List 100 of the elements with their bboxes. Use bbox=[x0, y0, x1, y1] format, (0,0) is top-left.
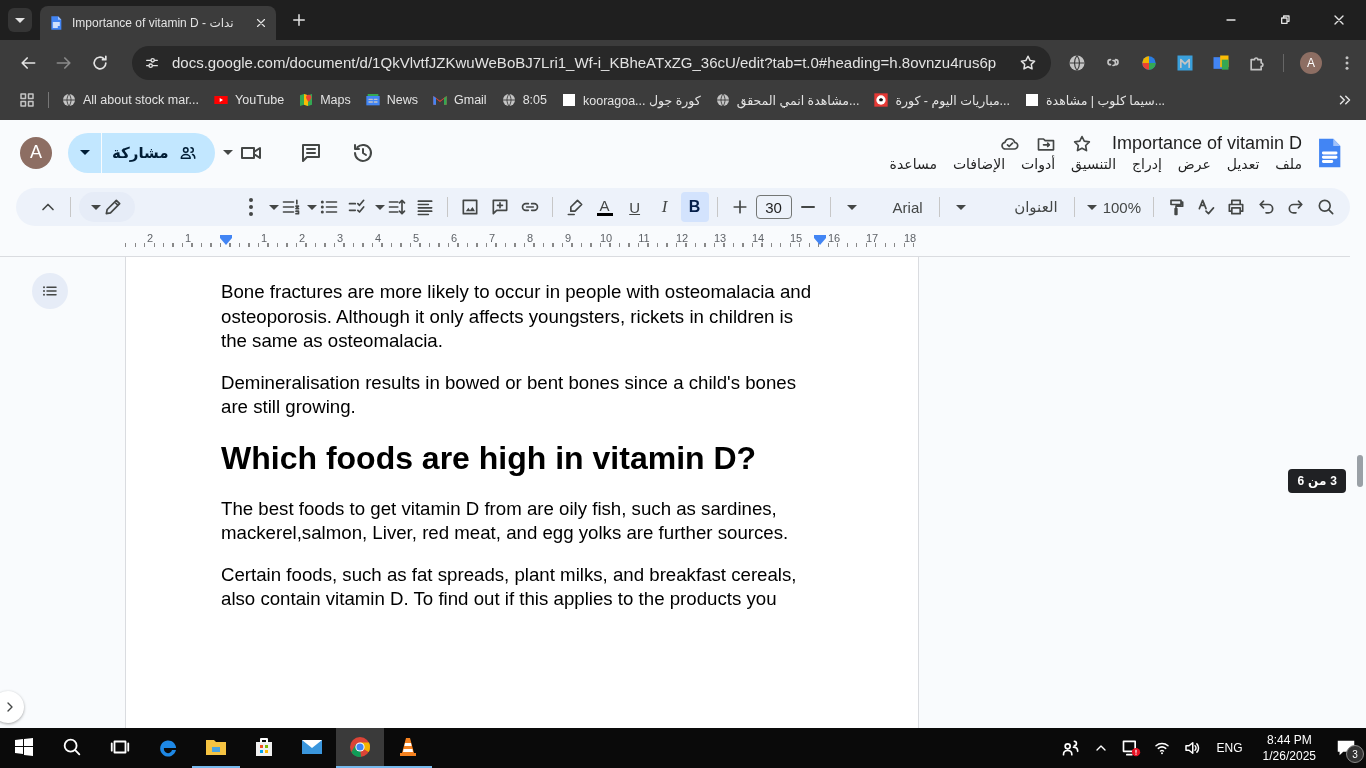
map-icon bbox=[298, 92, 315, 108]
bookmark-link[interactable]: All about stock mar... bbox=[83, 93, 200, 107]
ruler-number: 18 bbox=[903, 232, 917, 244]
menu-item[interactable]: تعديل bbox=[1226, 156, 1260, 172]
text-color-button[interactable]: A bbox=[590, 192, 619, 222]
menu-item[interactable]: ملف bbox=[1275, 156, 1302, 172]
notification-count: 3 bbox=[1346, 745, 1364, 763]
menu-item[interactable]: أدوات bbox=[1021, 156, 1056, 172]
ruler-number: 7 bbox=[488, 232, 496, 244]
ruler-number: 8 bbox=[526, 232, 534, 244]
redo-icon bbox=[1286, 197, 1306, 217]
ruler-number: 4 bbox=[374, 232, 382, 244]
pencil-icon bbox=[103, 197, 123, 217]
zoom-dropdown[interactable]: 100% bbox=[1082, 192, 1145, 222]
ruler-number: 3 bbox=[336, 232, 344, 244]
bookmark-link[interactable]: Maps bbox=[320, 93, 351, 107]
ruler-number: 11 bbox=[638, 232, 650, 244]
ruler-number: 13 bbox=[713, 232, 727, 244]
paragraph: Certain foods, such as fat spreads, plant milks, and breakfast cereals, also contain vitamin D. To find out if this applies to the products you bbox=[221, 562, 798, 611]
italic-button[interactable]: I bbox=[650, 192, 679, 222]
search-icon bbox=[1316, 197, 1336, 217]
profile-avatar[interactable]: A bbox=[1300, 51, 1322, 74]
line-spacing-icon bbox=[386, 197, 407, 217]
paragraph: The best foods to get vitamin D from are oily fish, such as sardines, mackerel,salmon, Liver, red meat, and egg yolks are further sources. bbox=[221, 496, 790, 545]
new-tab-icon[interactable] bbox=[290, 11, 308, 29]
bookmark-link[interactable]: مشاهدة انمي المحقق... bbox=[736, 92, 860, 108]
style-dropdown[interactable]: العنوان bbox=[947, 192, 1066, 222]
indent-marker[interactable] bbox=[220, 235, 232, 245]
address-bar[interactable]: docs.google.com/document/d/1QkVlvtfJZKwuWeBoBJ7Lri1_Wf-i_KBheATxZG_36cU/edit?tab=t.0#heading=h.8ovnzu4rus6p bbox=[132, 45, 1052, 80]
document-title[interactable]: Importance of vitamin D bbox=[1111, 133, 1302, 154]
caret-icon bbox=[79, 150, 90, 155]
globe-icon bbox=[61, 92, 77, 108]
ruler-number: 1 bbox=[184, 232, 192, 244]
color-wheel-icon bbox=[348, 735, 372, 759]
bookmark-link[interactable]: YouTube bbox=[235, 93, 285, 107]
ruler-number: 10 bbox=[599, 232, 613, 244]
ruler-number: 15 bbox=[789, 232, 803, 244]
clock-time[interactable]: 8:44 PM bbox=[1266, 732, 1312, 748]
ruler-number: 2 bbox=[146, 232, 154, 244]
star-icon[interactable] bbox=[1071, 133, 1092, 154]
ruler-number: 9 bbox=[564, 232, 572, 244]
underline-button[interactable]: U bbox=[620, 192, 649, 222]
ruler-number: 17 bbox=[865, 232, 879, 244]
font-size-field[interactable]: 30 bbox=[755, 195, 792, 219]
bookmark-link[interactable]: Gmail bbox=[454, 93, 487, 107]
clock-date[interactable]: 1/26/2025 bbox=[1262, 748, 1316, 764]
ruler-number: 6 bbox=[450, 232, 458, 244]
menu-item[interactable]: مساعدة bbox=[889, 156, 937, 172]
people-icon[interactable] bbox=[1060, 738, 1081, 758]
monitor-alert-icon[interactable] bbox=[1120, 738, 1141, 758]
close-icon[interactable] bbox=[254, 16, 268, 30]
paragraph: Bone fractures are more likely to occur in people with osteomalacia and osteoporosis. Although it only affects youngsters, rickets in children is the same as osteomalacia. bbox=[221, 280, 813, 353]
heading: Which foods are high in vitamin D? bbox=[221, 438, 758, 478]
blank-page-icon bbox=[1024, 92, 1041, 108]
bookmark-link[interactable]: kooragoa... كورة جول bbox=[583, 92, 701, 108]
ruler-number: 2 bbox=[298, 232, 306, 244]
search-icon bbox=[61, 736, 83, 758]
bold-button[interactable]: B bbox=[680, 192, 709, 222]
ruler-number: 14 bbox=[751, 232, 765, 244]
share-button[interactable]: مشاركة bbox=[102, 132, 215, 173]
soccer-ball-icon bbox=[873, 92, 890, 108]
menu-item[interactable]: الإضافات bbox=[952, 156, 1006, 172]
menu-item[interactable]: إدراج bbox=[1132, 156, 1162, 172]
undo-icon bbox=[1256, 197, 1276, 217]
apps-icon[interactable] bbox=[18, 91, 36, 109]
globe-icon bbox=[714, 92, 731, 108]
color-wheel-taskbar-button[interactable] bbox=[336, 728, 384, 768]
bookmark-link[interactable]: News bbox=[386, 93, 418, 107]
menu-item[interactable]: عرض bbox=[1177, 156, 1211, 172]
menu-item[interactable]: التنسيق bbox=[1071, 156, 1117, 172]
bookmark-star-icon[interactable] bbox=[1019, 53, 1038, 72]
newspaper-icon bbox=[364, 92, 381, 108]
ruler-number: 5 bbox=[412, 232, 420, 244]
outline-button[interactable] bbox=[32, 273, 68, 309]
minus-icon bbox=[800, 206, 815, 208]
globe-icon bbox=[500, 92, 517, 108]
paragraph: Demineralisation results in bowed or bent bones since a child's bones are still growing. bbox=[221, 370, 797, 419]
more-icon bbox=[248, 198, 253, 216]
ruler-number: 12 bbox=[675, 232, 689, 244]
numbered-list-icon bbox=[280, 197, 301, 217]
caret-icon bbox=[15, 17, 25, 23]
user-avatar[interactable]: A bbox=[20, 136, 52, 169]
bookmark-link[interactable]: سيما كلوب | مشاهدة... bbox=[1046, 92, 1166, 108]
language-indicator[interactable]: ENG bbox=[1216, 741, 1243, 755]
volume-icon[interactable] bbox=[1182, 739, 1201, 757]
right-indent-marker[interactable] bbox=[814, 235, 826, 245]
tab-search-button[interactable] bbox=[8, 8, 32, 32]
ruler-number: 16 bbox=[827, 232, 841, 244]
scrollbar-thumb[interactable] bbox=[1357, 455, 1363, 487]
windows-icon bbox=[12, 735, 36, 759]
spellcheck-icon bbox=[1196, 197, 1216, 217]
blank-page-icon bbox=[561, 92, 577, 108]
browser-tab[interactable]: Importance of vitamin D - ندات bbox=[40, 6, 276, 40]
globe-icon[interactable] bbox=[1067, 52, 1088, 73]
bookmark-link[interactable]: مباريات اليوم - كورة... bbox=[895, 92, 1011, 108]
font-dropdown[interactable]: Arial bbox=[838, 192, 931, 222]
bookmark-link[interactable]: 8:05 bbox=[522, 93, 547, 107]
editing-mode-button[interactable] bbox=[79, 192, 135, 222]
share-options-button[interactable] bbox=[68, 132, 102, 173]
document-icon bbox=[48, 15, 64, 31]
